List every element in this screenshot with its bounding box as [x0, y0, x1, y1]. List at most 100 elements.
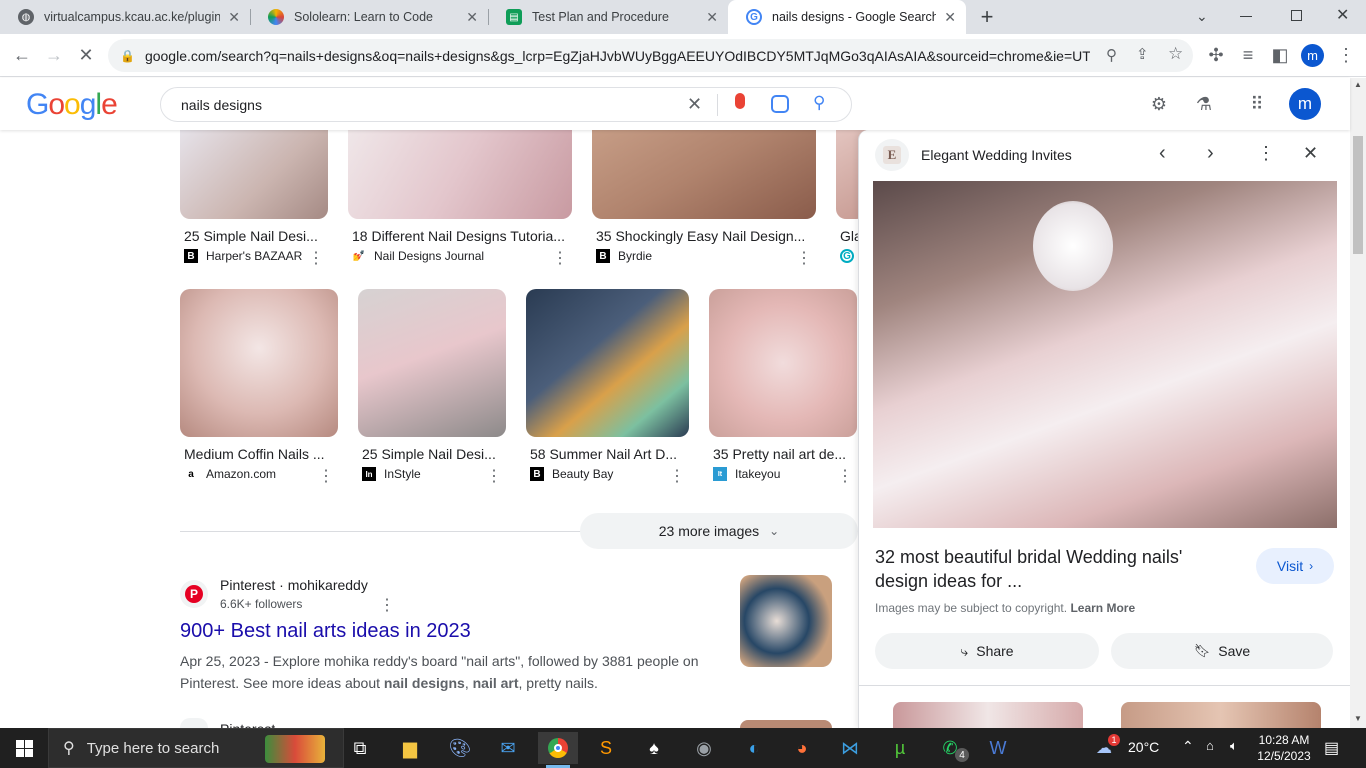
firefox-icon[interactable]: ◕: [782, 732, 822, 764]
more-options-icon[interactable]: ⋮: [318, 466, 334, 486]
file-explorer-icon[interactable]: ▆: [390, 732, 430, 764]
utorrent-icon[interactable]: µ: [880, 732, 920, 764]
account-avatar[interactable]: m: [1289, 88, 1321, 120]
result-image[interactable]: [180, 118, 328, 219]
result-title[interactable]: 18 Different Nail Designs Tutoria...: [352, 228, 570, 244]
network-icon[interactable]: ⌂: [1206, 738, 1214, 753]
more-options-icon[interactable]: ⋮: [1257, 143, 1275, 164]
google-logo[interactable]: Google: [26, 88, 118, 122]
close-tab-icon[interactable]: ✕: [228, 9, 240, 26]
next-image-icon[interactable]: ›: [1207, 142, 1214, 165]
chrome-menu-icon[interactable]: ⋮: [1330, 34, 1362, 77]
side-panel-icon[interactable]: ◧: [1264, 34, 1296, 77]
labs-flask-icon[interactable]: ⚗: [1190, 90, 1218, 118]
restore-icon[interactable]: [1291, 10, 1302, 21]
result-source[interactable]: B Byrdie: [596, 249, 652, 263]
result-source[interactable]: a Amazon.com: [184, 467, 276, 481]
sublime-text-icon[interactable]: S: [586, 732, 626, 764]
result-image[interactable]: [592, 118, 816, 219]
url-text[interactable]: google.com/search?q=nails+designs&oq=nai…: [145, 48, 1090, 64]
apps-grid-icon[interactable]: ⠿: [1243, 90, 1271, 118]
volume-icon[interactable]: 🔈︎: [1230, 738, 1238, 754]
previous-image-icon[interactable]: ‹: [1159, 142, 1166, 165]
more-options-icon[interactable]: ⋮: [796, 248, 812, 268]
close-window-icon[interactable]: ✕: [1336, 5, 1349, 25]
new-tab-button[interactable]: +: [976, 5, 998, 29]
browser-tab[interactable]: Sololearn: Learn to Code ✕: [250, 0, 488, 34]
tab-search-icon[interactable]: ⌄: [1196, 8, 1208, 25]
close-tab-icon[interactable]: ✕: [944, 9, 956, 26]
browser-tab-active[interactable]: G nails designs - Google Search ✕: [728, 0, 966, 34]
close-tab-icon[interactable]: ✕: [706, 9, 718, 26]
result-title-link[interactable]: 900+ Best nail arts ideas in 2023: [180, 620, 471, 643]
taskbar-search-box[interactable]: ⚲ Type here to search: [48, 728, 344, 768]
result-title[interactable]: 58 Summer Nail Art D...: [530, 446, 685, 462]
lens-icon[interactable]: [771, 95, 789, 113]
search-box[interactable]: nails designs ✕ ⚲: [160, 87, 852, 122]
scroll-down-arrow[interactable]: ▼: [1354, 714, 1362, 723]
wps-icon[interactable]: W: [978, 732, 1018, 764]
extensions-icon[interactable]: ✣: [1200, 34, 1232, 77]
result-source[interactable]: 💅 Nail Designs Journal: [352, 249, 484, 263]
save-button[interactable]: 🔖︎ Save: [1111, 633, 1333, 669]
result-source[interactable]: B Harper's BAZAAR: [184, 249, 302, 263]
microphone-icon[interactable]: [735, 93, 745, 109]
result-title[interactable]: Medium Coffin Nails ...: [184, 446, 330, 462]
result-image[interactable]: [180, 289, 338, 437]
browser-tab[interactable]: ▤ Test Plan and Procedure ✕: [488, 0, 728, 34]
result-title[interactable]: 25 Simple Nail Desi...: [362, 446, 502, 462]
more-options-icon[interactable]: ⋮: [552, 248, 568, 268]
camera-icon[interactable]: ◉: [684, 732, 724, 764]
result-image[interactable]: [358, 289, 506, 437]
stop-loading-icon[interactable]: ✕: [70, 34, 102, 77]
chrome-icon[interactable]: [538, 732, 578, 764]
search-icon[interactable]: ⚲: [813, 93, 825, 113]
scrollbar-thumb[interactable]: [1353, 136, 1363, 254]
forward-icon[interactable]: →: [38, 34, 70, 77]
search-input[interactable]: nails designs: [181, 97, 262, 113]
result-image[interactable]: [709, 289, 857, 437]
result-title[interactable]: 25 Simple Nail Desi...: [184, 228, 324, 244]
panel-title[interactable]: 32 most beautiful bridal Wedding nails' …: [875, 545, 1205, 593]
result-image[interactable]: [348, 118, 572, 219]
lock-icon[interactable]: 🔒: [120, 49, 135, 63]
more-options-icon[interactable]: ⋮: [669, 466, 685, 486]
visit-button[interactable]: Visit ›: [1256, 548, 1334, 584]
page-scrollbar[interactable]: ▲ ▼: [1350, 78, 1366, 728]
location-icon[interactable]: ⚲: [1106, 46, 1117, 64]
result-site-name[interactable]: Pinterest · mohikareddy: [220, 577, 368, 593]
back-icon[interactable]: ←: [6, 34, 38, 77]
result-title[interactable]: Gla: [840, 228, 858, 244]
clear-search-icon[interactable]: ✕: [687, 94, 702, 115]
vscode-icon[interactable]: ⋈: [830, 732, 870, 764]
result-thumbnail[interactable]: [740, 720, 832, 728]
chevron-up-icon[interactable]: ⌃: [1182, 738, 1194, 755]
paint-icon[interactable]: 🎨︎: [440, 732, 480, 764]
reading-list-icon[interactable]: ≡: [1232, 34, 1264, 77]
profile-avatar[interactable]: m: [1301, 44, 1324, 67]
more-options-icon[interactable]: ⋮: [486, 466, 502, 486]
more-options-icon[interactable]: ⋮: [308, 248, 324, 268]
minimize-icon[interactable]: [1240, 16, 1252, 17]
edge-icon[interactable]: ◐: [734, 732, 774, 764]
close-panel-icon[interactable]: ✕: [1303, 143, 1318, 164]
task-view-icon[interactable]: ⧉: [340, 732, 380, 764]
learn-more-link[interactable]: Learn More: [1070, 601, 1135, 615]
clock[interactable]: 10:28 AM 12/5/2023: [1254, 732, 1314, 764]
result-source[interactable]: It Itakeyou: [713, 467, 780, 481]
result-source[interactable]: In InStyle: [362, 467, 421, 481]
temperature-text[interactable]: 20°C: [1128, 739, 1159, 755]
notifications-icon[interactable]: ▤: [1324, 738, 1339, 758]
more-options-icon[interactable]: ⋮: [379, 595, 395, 615]
mail-icon[interactable]: ✉: [488, 732, 528, 764]
share-page-icon[interactable]: ⇪: [1136, 45, 1149, 63]
browser-tab[interactable]: ◍ virtualcampus.kcau.ac.ke/plugin ✕: [0, 0, 250, 34]
solitaire-icon[interactable]: ♠: [634, 732, 674, 764]
windows-start-icon[interactable]: [4, 732, 44, 764]
more-options-icon[interactable]: ⋮: [837, 466, 853, 486]
result-source[interactable]: B Beauty Bay: [530, 467, 613, 481]
more-images-button[interactable]: 23 more images ⌄: [580, 513, 858, 549]
result-image[interactable]: [526, 289, 689, 437]
result-thumbnail[interactable]: [740, 575, 832, 667]
result-title[interactable]: 35 Shockingly Easy Nail Design...: [596, 228, 812, 244]
